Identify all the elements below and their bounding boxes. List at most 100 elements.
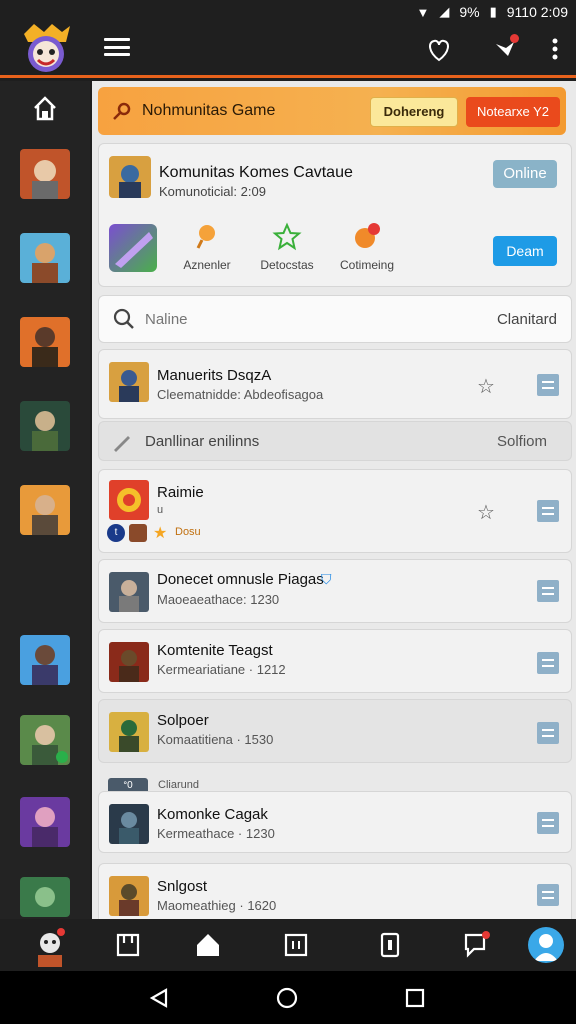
search-icon: [192, 222, 222, 252]
community-app-icon[interactable]: [109, 224, 157, 272]
list-item-thumb: [109, 712, 149, 752]
list-item[interactable]: Snlgost Maomeathieg · 1620: [98, 863, 572, 925]
sidebar-avatar-1[interactable]: [20, 149, 70, 199]
message-icon[interactable]: [462, 931, 490, 959]
list-item-thumb: [109, 480, 149, 520]
pencil-icon: [111, 431, 133, 458]
sidebar-avatar-6[interactable]: [20, 635, 70, 685]
list-item[interactable]: Donecet omnusle Piagas ⛉ Maoeaeathace: 1…: [98, 559, 572, 623]
banner: Nohmunitas Game Dohereng Notearxe Y2: [98, 87, 566, 135]
home-circle-icon[interactable]: [276, 987, 298, 1009]
list-item-subtitle: Maoeaeathace: 1230: [157, 592, 280, 607]
list-item-menu-button[interactable]: [537, 652, 559, 674]
list-item-title: Manuerits DsqzA: [157, 367, 272, 384]
list-item-subtitle: Maomeathieg · 1620: [157, 898, 277, 913]
list-item-title: Raimie: [157, 484, 204, 501]
community-subtitle: Komunoticial: 2:09: [159, 184, 266, 199]
notification-dot: [510, 34, 519, 43]
chat-icon: [352, 222, 382, 252]
sidebar-avatar-7[interactable]: [20, 715, 70, 765]
sidebar: [0, 81, 90, 919]
trophy-icon[interactable]: [282, 931, 310, 959]
list-item-subtitle: Kermeathace · 1230: [157, 826, 275, 841]
list-item-menu-button[interactable]: [537, 500, 559, 522]
battery-icon: ▮: [489, 4, 497, 19]
device-icon[interactable]: [376, 931, 404, 959]
list-item-title: Komtenite Teagst: [157, 642, 273, 659]
back-icon[interactable]: [148, 987, 170, 1009]
sidebar-avatar-4[interactable]: [20, 401, 70, 451]
profile-mascot-icon[interactable]: [32, 927, 68, 967]
action-cotimeing[interactable]: Cotimeing: [327, 222, 407, 272]
more-vert-icon[interactable]: [540, 34, 570, 64]
list-item-title: Solpoer: [157, 712, 209, 729]
gift-icon[interactable]: [490, 34, 520, 64]
search-icon: [113, 308, 135, 330]
main-panel: Nohmunitas Game Dohereng Notearxe Y2 Kom…: [92, 81, 576, 925]
list-item-title: Snlgost: [157, 878, 208, 895]
heart-icon[interactable]: [424, 34, 454, 64]
list-item[interactable]: Raimie u t ★ Dosu ☆: [98, 469, 572, 553]
home-icon[interactable]: [30, 93, 60, 123]
edit-row[interactable]: Danllinar enilinns Solfiom: [98, 421, 572, 461]
clock: 9110 2:09: [506, 4, 568, 20]
action-aznenler[interactable]: Aznenler: [167, 222, 247, 272]
list-item-badge: Dosu: [175, 526, 201, 538]
list-item[interactable]: Solpoer Komaatitiena · 1530: [98, 699, 572, 763]
search-bar[interactable]: Clanitard: [98, 295, 572, 343]
home-icon[interactable]: [194, 931, 222, 959]
banner-primary-button[interactable]: Notearxe Y2: [466, 97, 560, 127]
community-title: Komunitas Komes Cavtaue: [159, 164, 353, 181]
search-filter-label[interactable]: Clanitard: [497, 311, 557, 328]
edit-row-right-label[interactable]: Solfiom: [497, 433, 547, 450]
list-item[interactable]: Manuerits DsqzA Cleematnidde: Abdeofisag…: [98, 349, 572, 419]
sidebar-avatar-5[interactable]: [20, 485, 70, 535]
list-item-title: Komonke Cagak: [157, 806, 268, 823]
list-item[interactable]: Komtenite Teagst Kermeariatiane · 1212: [98, 629, 572, 693]
bookmark-icon[interactable]: [114, 931, 142, 959]
list-item-menu-button[interactable]: [537, 812, 559, 834]
list-item-menu-button[interactable]: [537, 374, 559, 396]
community-avatar: [109, 156, 151, 198]
menu-button[interactable]: [104, 36, 130, 58]
list-item-subtitle: u: [157, 504, 164, 516]
app-logo[interactable]: [18, 24, 74, 74]
list-item-thumb: [109, 362, 149, 402]
star-icon: [272, 222, 302, 252]
star-outline-icon[interactable]: ☆: [477, 500, 495, 525]
list-item-thumb: [109, 876, 149, 916]
section-label: Cliarund: [158, 779, 199, 791]
list-item[interactable]: Komonke Cagak Kermeathace · 1230: [98, 791, 572, 853]
app-bar: [0, 24, 576, 78]
action-label: Cotimeing: [339, 258, 395, 272]
banner-secondary-button[interactable]: Dohereng: [370, 97, 458, 127]
online-button[interactable]: Online: [493, 160, 557, 188]
sidebar-avatar-8[interactable]: [20, 797, 70, 847]
edit-row-label: Danllinar enilinns: [145, 433, 260, 450]
sidebar-avatar-3[interactable]: [20, 317, 70, 367]
sidebar-avatar-9[interactable]: [20, 877, 70, 917]
list-item-menu-button[interactable]: [537, 884, 559, 906]
list-item-menu-button[interactable]: [537, 722, 559, 744]
recents-icon[interactable]: [404, 987, 426, 1009]
search-input[interactable]: [145, 311, 425, 328]
list-item-menu-button[interactable]: [537, 580, 559, 602]
list-item-thumb: [109, 642, 149, 682]
shield-icon: ⛉: [321, 571, 332, 587]
user-avatar[interactable]: [528, 927, 564, 963]
list-item-title: Donecet omnusle Piagas: [157, 571, 324, 588]
key-icon: [112, 101, 132, 121]
signal-icon: ◢: [439, 4, 450, 19]
system-nav-bar: [0, 971, 576, 1024]
action-label: Aznenler: [183, 258, 231, 272]
action-detocstas[interactable]: Detocstas: [247, 222, 327, 272]
start-button[interactable]: Deam: [493, 236, 557, 266]
bottom-nav: [0, 919, 576, 971]
action-label: Detocstas: [260, 258, 314, 272]
list-item-subtitle: Kermeariatiane · 1212: [157, 662, 286, 677]
status-bar: ▼ ◢ 9% ▮ 9110 2:09: [0, 0, 576, 24]
list-item-subtitle: Komaatitiena · 1530: [157, 732, 274, 747]
star-outline-icon[interactable]: ☆: [477, 374, 495, 399]
star-filled-icon: ★: [153, 525, 168, 542]
sidebar-avatar-2[interactable]: [20, 233, 70, 283]
